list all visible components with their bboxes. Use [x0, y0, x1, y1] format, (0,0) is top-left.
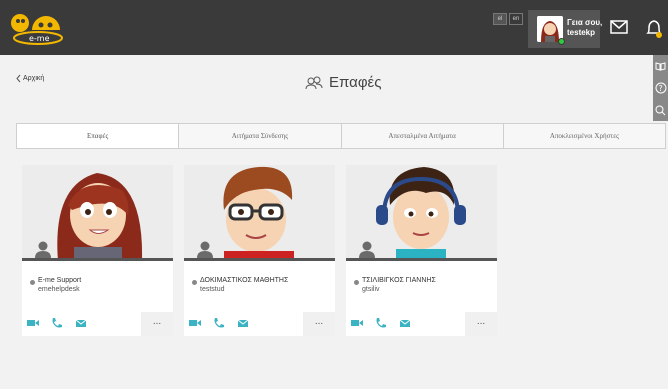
phone-icon[interactable]: [374, 317, 388, 329]
tab-connection-requests[interactable]: Αιτήματα Σύνδεσης: [179, 124, 342, 148]
phone-icon[interactable]: [50, 317, 64, 329]
lang-en-button[interactable]: en: [509, 13, 523, 25]
book-icon[interactable]: [653, 55, 668, 77]
tab-contacts[interactable]: Επαφές: [17, 124, 180, 148]
contact-actions: ...: [184, 312, 335, 336]
contact-username: emehelpdesk: [38, 286, 80, 293]
contact-name[interactable]: ΤΣΙΛΙΒΙΓΚΟΣ ΓΙΑΝΝΗΣ: [362, 277, 436, 284]
message-icon[interactable]: [398, 317, 412, 329]
contact-card[interactable]: ΤΣΙΛΙΒΙΓΚΟΣ ΓΙΑΝΝΗΣ gtsiliv ...: [346, 165, 497, 336]
more-options-button[interactable]: ...: [465, 312, 497, 336]
svg-text:?: ?: [658, 84, 662, 93]
back-link-label: Αρχική: [23, 75, 45, 82]
user-icon: [359, 241, 375, 258]
message-icon[interactable]: [236, 317, 250, 329]
chevron-left-icon: [16, 74, 21, 83]
back-link[interactable]: Αρχική: [16, 74, 44, 83]
username-text: testekp: [567, 28, 596, 37]
contact-name[interactable]: ΔΟΚΙΜΑΣΤΙΚΟΣ ΜΑΘΗΤΗΣ: [200, 277, 288, 284]
contact-actions: ...: [346, 312, 497, 336]
contact-username: teststud: [200, 286, 225, 293]
message-icon[interactable]: [74, 317, 88, 329]
help-icon[interactable]: ?: [653, 77, 668, 99]
phone-icon[interactable]: [212, 317, 226, 329]
video-icon[interactable]: [350, 317, 364, 329]
status-dot: [192, 280, 197, 285]
contact-actions: ...: [22, 312, 173, 336]
user-icon: [197, 241, 213, 258]
mail-icon[interactable]: [610, 20, 628, 34]
lang-el-button[interactable]: el: [493, 13, 507, 25]
more-options-button[interactable]: ...: [303, 312, 335, 336]
greeting-text: Γεια σου,: [567, 18, 603, 27]
tab-blocked-users[interactable]: Αποκλεισμένοι Χρήστες: [504, 124, 665, 148]
contact-username: gtsiliv: [362, 286, 380, 293]
status-dot: [30, 280, 35, 285]
svg-text:e-me: e-me: [29, 34, 50, 43]
page-title: Επαφές: [305, 74, 381, 91]
top-bar: e-me el en Γεια σου, testekp: [0, 0, 668, 55]
search-icon[interactable]: [653, 99, 668, 121]
more-options-button[interactable]: ...: [141, 312, 173, 336]
contact-card[interactable]: E-me Support emehelpdesk ...: [22, 165, 173, 336]
e-me-logo[interactable]: e-me: [8, 8, 64, 48]
contacts-tabs: Επαφές Αιτήματα Σύνδεσης Απεσταλμένα Αιτ…: [16, 123, 666, 149]
online-status-icon: [558, 38, 565, 45]
contacts-icon: [305, 76, 323, 89]
status-dot: [354, 280, 359, 285]
user-icon: [35, 241, 51, 258]
user-greeting: Γεια σου, testekp: [567, 18, 602, 38]
contact-card[interactable]: ΔΟΚΙΜΑΣΤΙΚΟΣ ΜΑΘΗΤΗΣ teststud ...: [184, 165, 335, 336]
page-title-text: Επαφές: [329, 74, 382, 91]
video-icon[interactable]: [26, 317, 40, 329]
bell-icon[interactable]: [645, 18, 663, 40]
tab-sent-requests[interactable]: Απεσταλμένα Αιτήματα: [342, 124, 504, 148]
video-icon[interactable]: [188, 317, 202, 329]
contact-name[interactable]: E-me Support: [38, 277, 81, 284]
side-toolbar: ?: [653, 55, 668, 121]
